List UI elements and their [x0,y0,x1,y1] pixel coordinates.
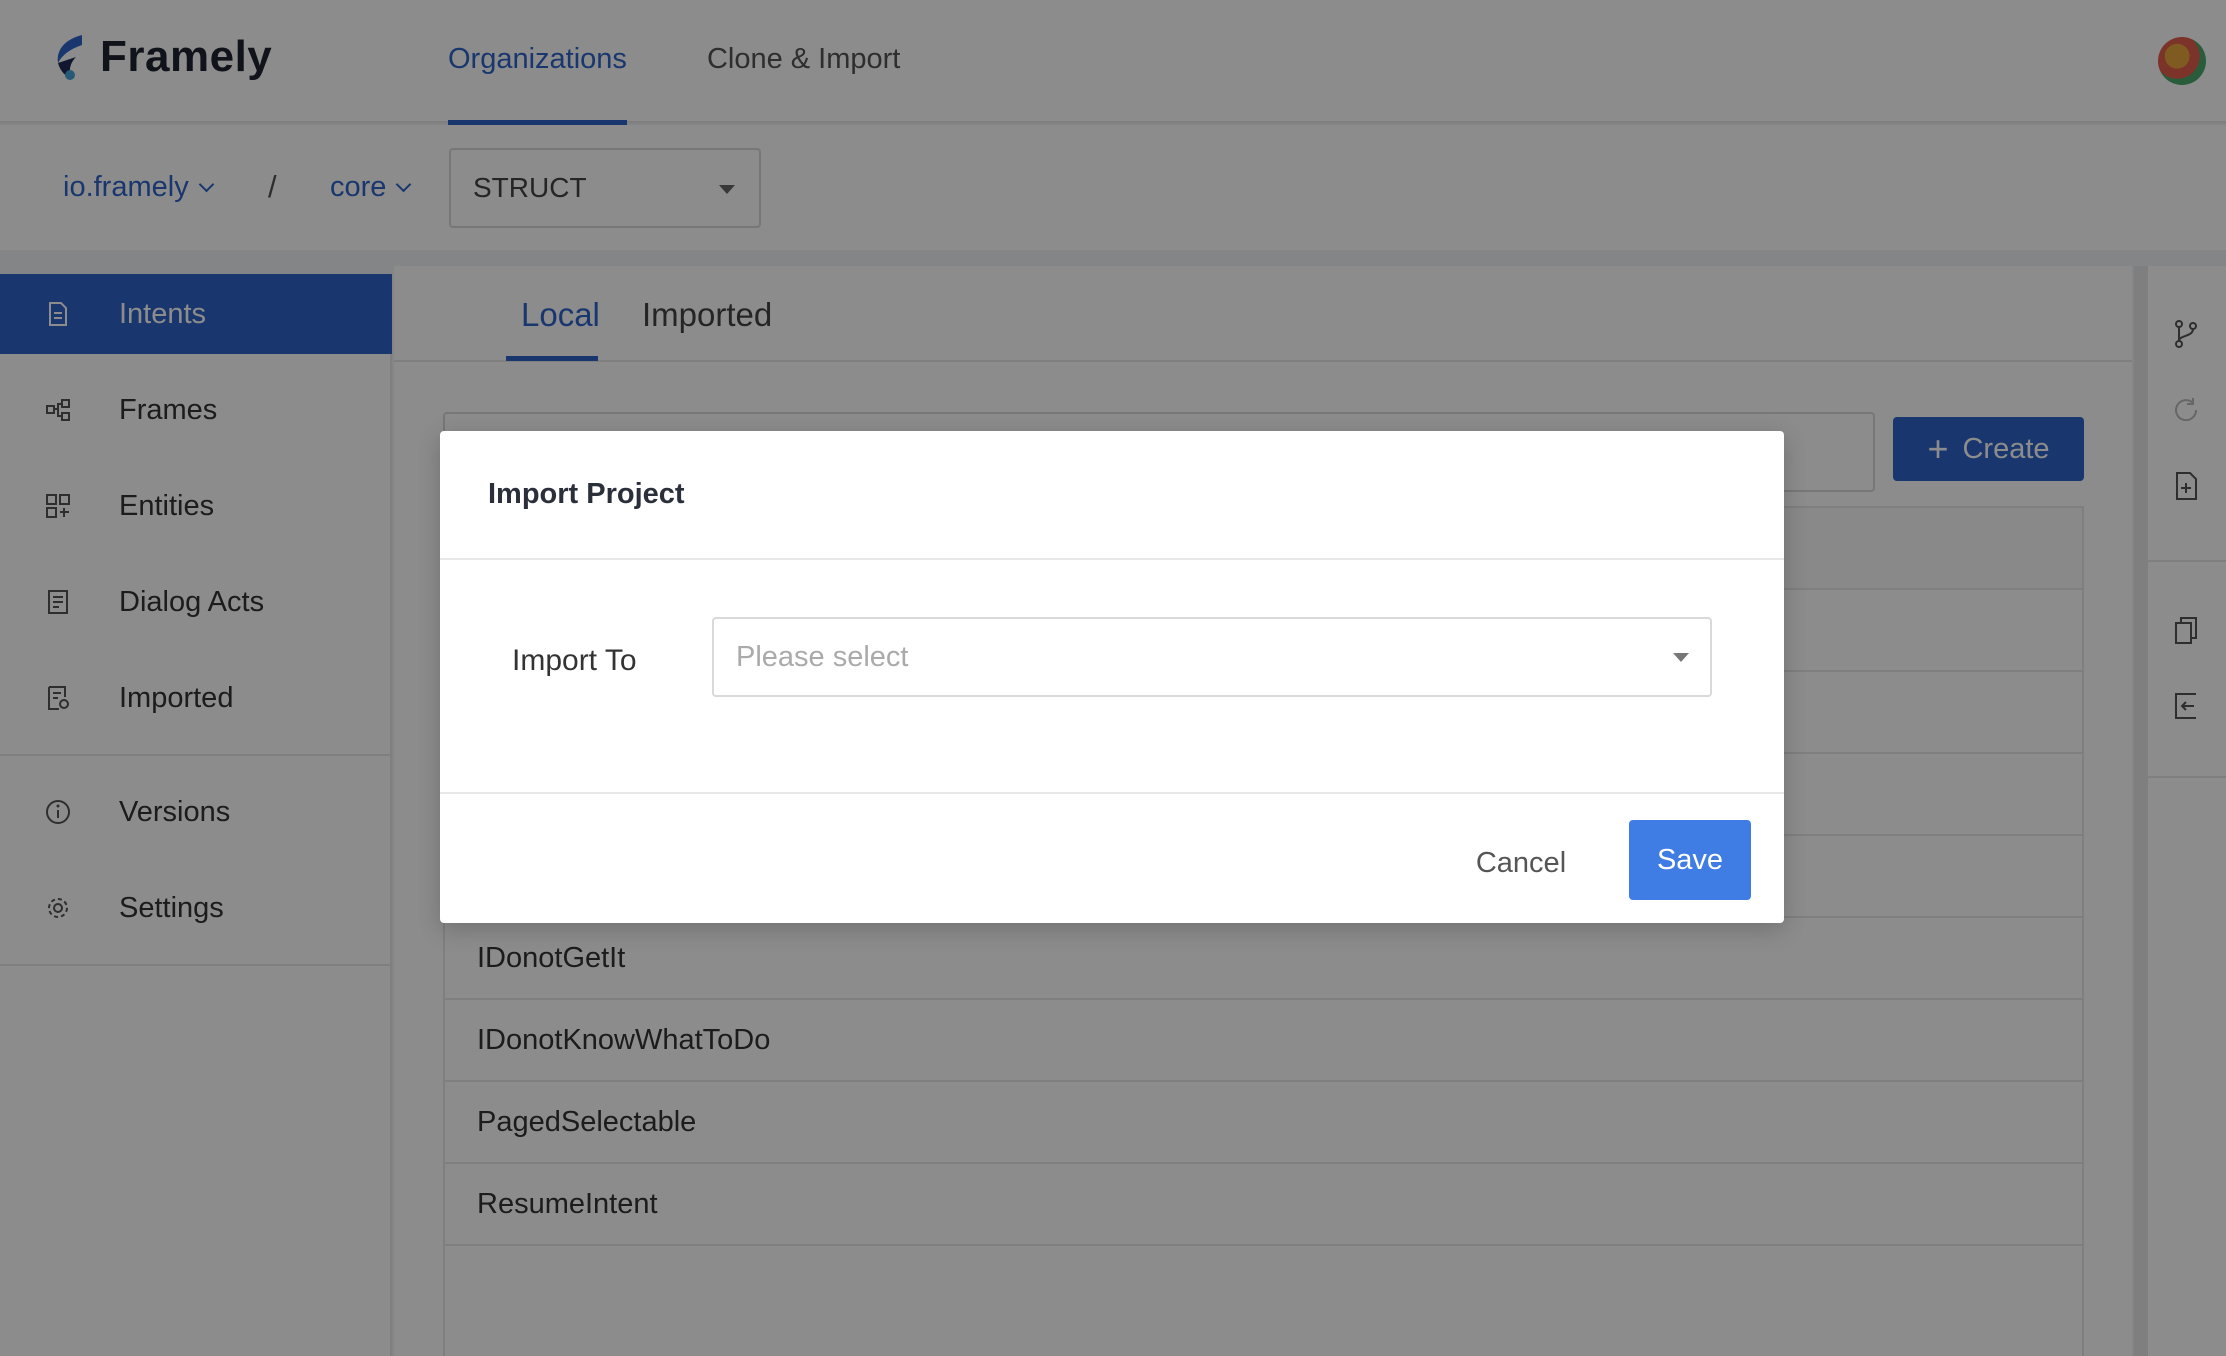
import-to-placeholder: Please select [736,641,909,673]
save-button[interactable]: Save [1629,820,1751,900]
modal-footer: Cancel Save [440,792,1784,923]
cancel-button[interactable]: Cancel [1466,823,1576,903]
modal-title: Import Project [488,478,685,510]
import-to-label: Import To [512,644,637,677]
import-to-select[interactable]: Please select [712,617,1712,697]
import-project-modal: Import Project Import To Please select C… [440,431,1784,923]
modal-header: Import Project [440,431,1784,560]
caret-down-icon [1673,653,1689,662]
